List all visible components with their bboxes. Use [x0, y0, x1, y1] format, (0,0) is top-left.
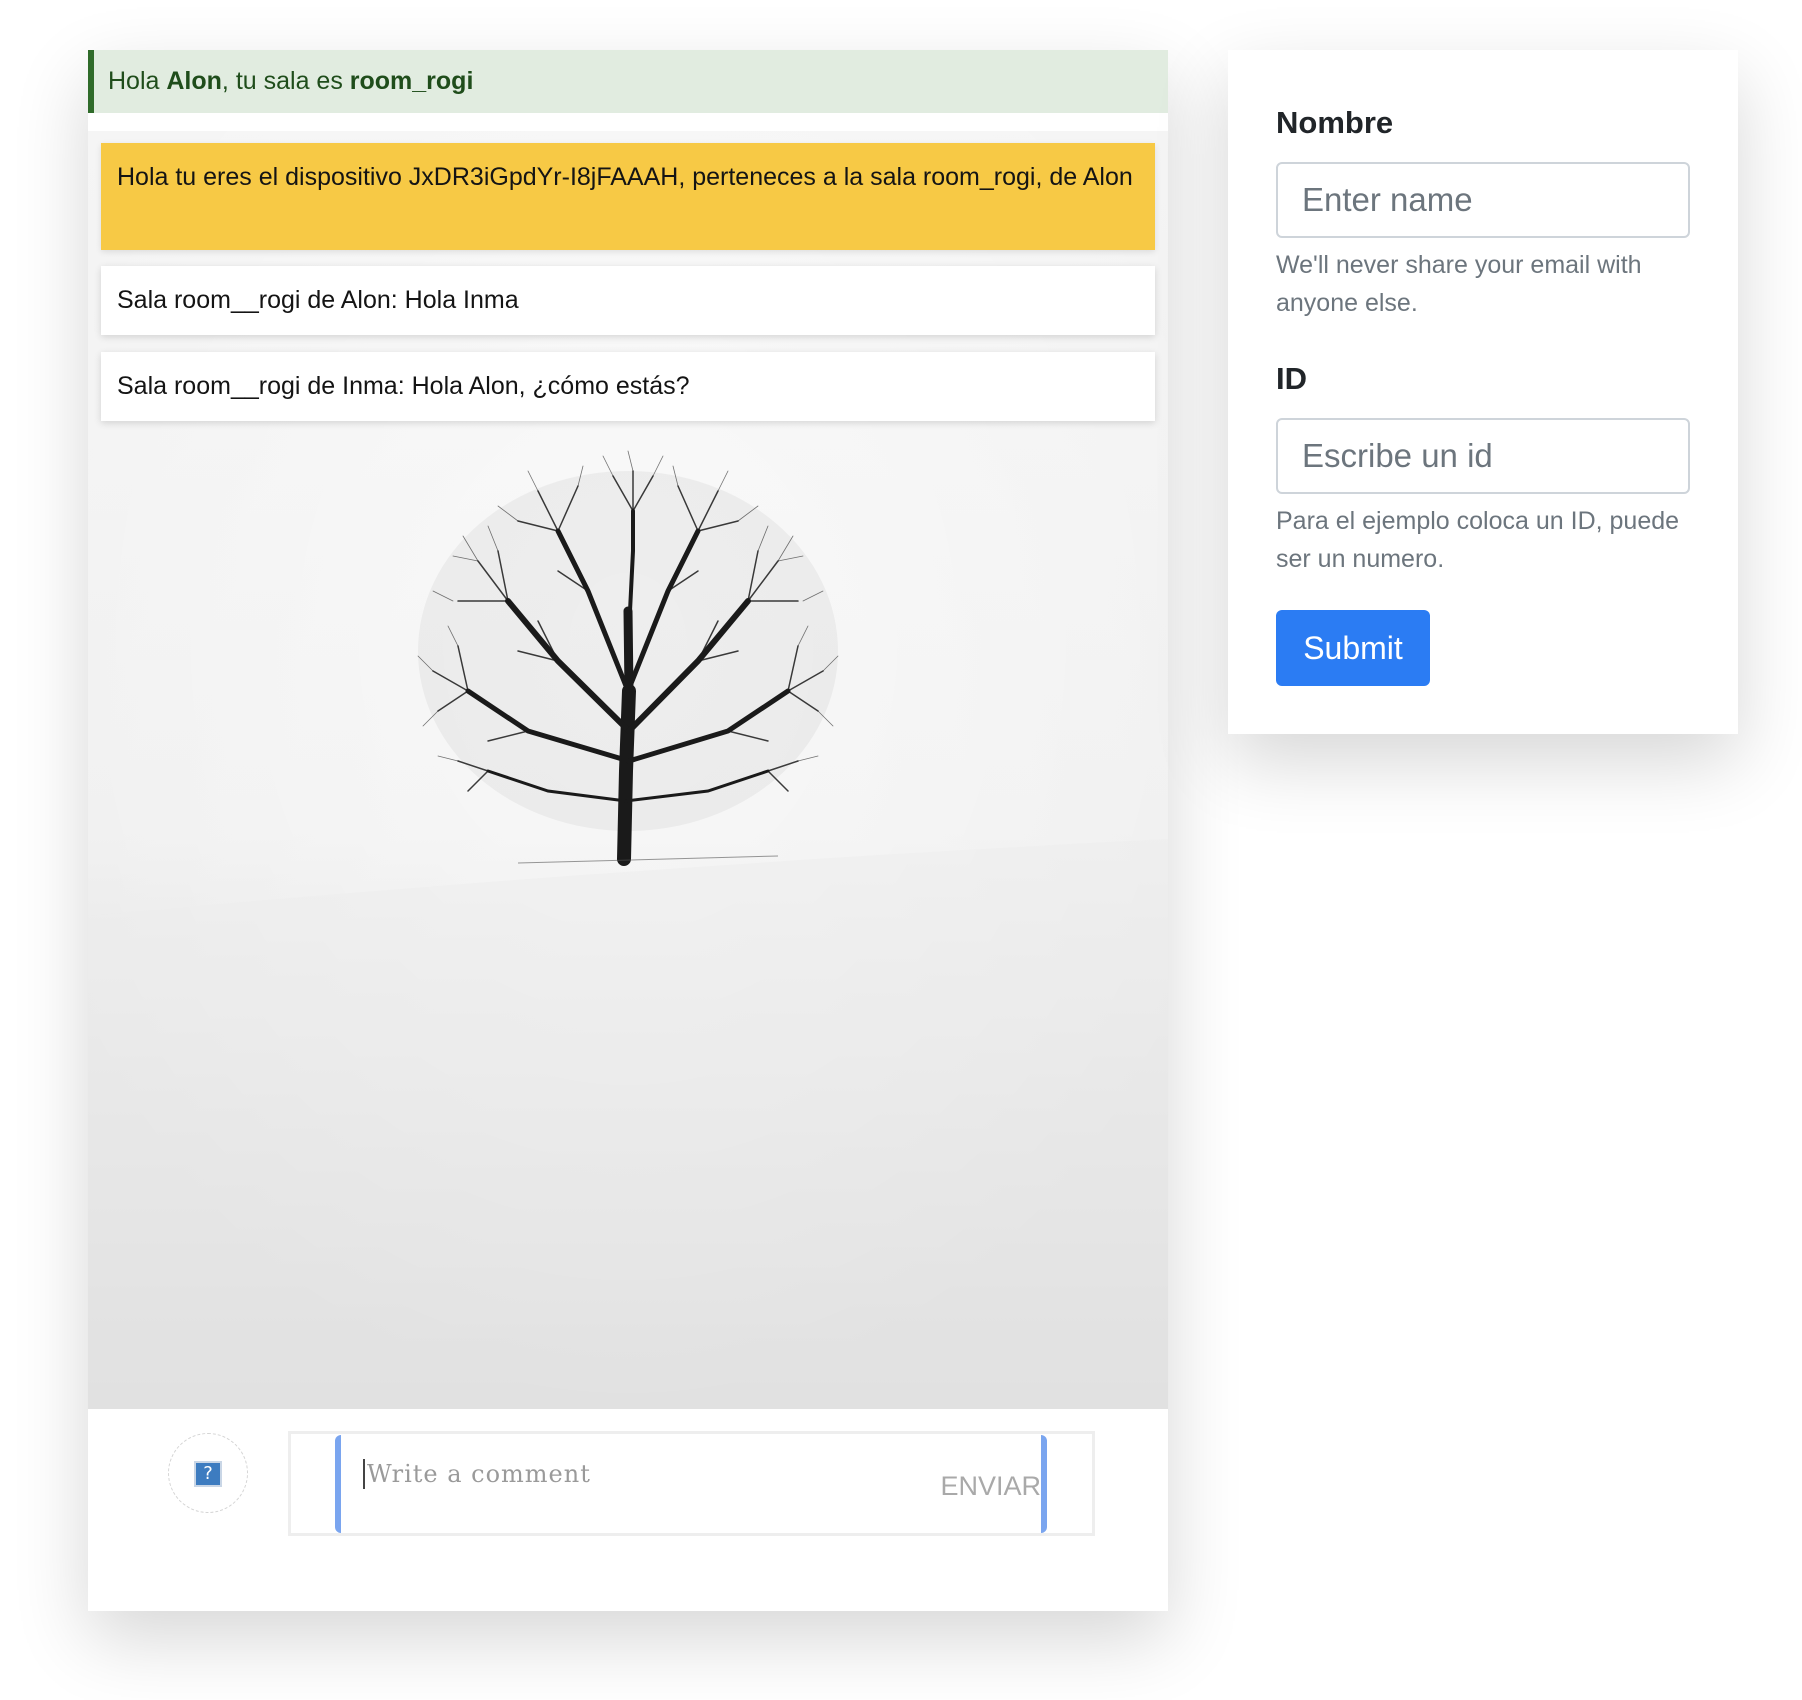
comment-input[interactable]: Write a comment ENVIAR: [335, 1435, 1047, 1533]
chat-message: Sala room__rogi de Alon: Hola Inma: [101, 266, 1155, 335]
greeting-middle: , tu sala es: [221, 67, 350, 95]
login-form-card: Nombre We'll never share your email with…: [1228, 50, 1738, 734]
comment-box: Write a comment ENVIAR: [288, 1431, 1095, 1536]
name-label: Nombre: [1276, 105, 1394, 140]
name-input[interactable]: [1276, 162, 1690, 238]
submit-button[interactable]: Submit: [1276, 610, 1430, 686]
user-name: Alon: [166, 67, 222, 95]
send-button[interactable]: ENVIAR: [940, 1469, 1041, 1503]
comment-placeholder: Write a comment: [363, 1459, 591, 1489]
system-message: Hola tu eres el dispositivo JxDR3iGpdYr-…: [101, 143, 1155, 250]
id-input[interactable]: [1276, 418, 1690, 494]
id-label: ID: [1276, 361, 1307, 396]
chat-message: Sala room__rogi de Inma: Hola Alon, ¿cóm…: [101, 352, 1155, 421]
comment-composer: ? Write a comment ENVIAR: [88, 1409, 1168, 1611]
greeting-prefix: Hola: [108, 67, 167, 95]
name-help-text: We'll never share your email with anyone…: [1276, 251, 1642, 317]
chat-messages-area[interactable]: Hola tu eres el dispositivo JxDR3iGpdYr-…: [88, 131, 1168, 1409]
broken-image-icon: ?: [194, 1461, 222, 1487]
avatar: ?: [168, 1433, 248, 1513]
chat-card: Hola Alon, tu sala es room_rogi Hola tu …: [88, 50, 1168, 1611]
welcome-banner: Hola Alon, tu sala es room_rogi: [88, 50, 1168, 113]
room-name: room_rogi: [349, 67, 474, 95]
page: Hola Alon, tu sala es room_rogi Hola tu …: [0, 0, 1802, 1700]
id-help-text: Para el ejemplo coloca un ID, puede ser …: [1276, 507, 1680, 573]
